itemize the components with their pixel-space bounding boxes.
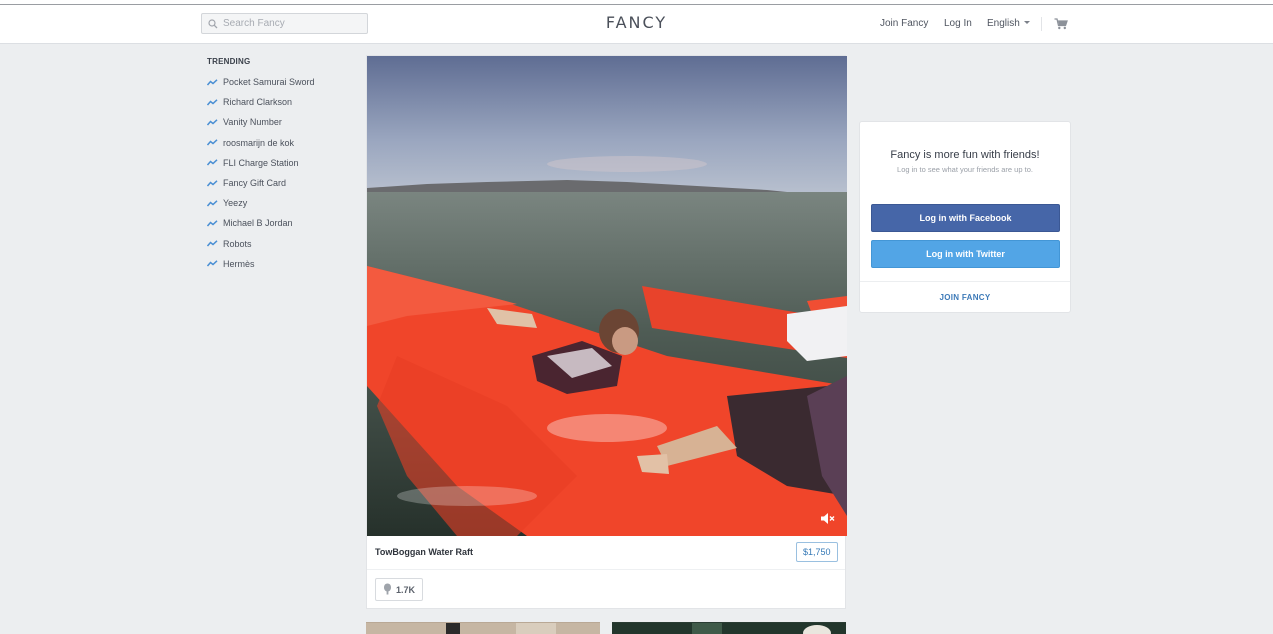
price-button[interactable]: $1,750 xyxy=(796,542,838,562)
top-header: FANCY Join Fancy Log In English xyxy=(0,5,1273,44)
fancy-icon xyxy=(383,583,392,597)
trending-icon xyxy=(207,199,218,207)
trending-icon xyxy=(207,220,218,227)
next-item-thumbnail[interactable] xyxy=(366,622,600,634)
trending-item-label: Hermès xyxy=(223,258,255,269)
mute-icon[interactable] xyxy=(820,512,836,525)
trending-icon xyxy=(207,179,218,187)
trending-item[interactable]: Yeezy xyxy=(207,193,315,213)
trending-item[interactable]: Michael B Jordan xyxy=(207,213,315,233)
video-frame xyxy=(367,56,847,536)
log-in-link[interactable]: Log In xyxy=(944,18,972,29)
trending-item-label: Michael B Jordan xyxy=(223,218,293,229)
trending-icon xyxy=(207,99,218,106)
fancy-logo[interactable]: FANCY xyxy=(0,13,1273,32)
trending-item-label: Pocket Samurai Sword xyxy=(223,77,315,88)
trending-item-label: Richard Clarkson xyxy=(223,97,293,108)
join-fancy-link[interactable]: Join Fancy xyxy=(880,18,928,29)
trending-item[interactable]: Richard Clarkson xyxy=(207,92,315,112)
trending-item[interactable]: Hermès xyxy=(207,254,315,274)
signup-divider xyxy=(860,281,1070,282)
trending-item[interactable]: FLI Charge Station xyxy=(207,153,315,173)
fancy-button[interactable]: 1.7K xyxy=(375,578,424,601)
nav-divider xyxy=(1041,17,1042,31)
trending-item[interactable]: Fancy Gift Card xyxy=(207,173,315,193)
trending-item-label: Vanity Number xyxy=(223,117,282,128)
trending-icon xyxy=(207,139,218,146)
trending-item[interactable]: Robots xyxy=(207,234,315,254)
language-selector[interactable]: English xyxy=(987,18,1030,29)
trending-icon xyxy=(207,119,218,126)
trending-icon xyxy=(207,78,218,86)
product-card: TowBoggan Water Raft $1,750 1.7K xyxy=(366,55,847,609)
product-video[interactable] xyxy=(367,56,847,536)
chevron-down-icon xyxy=(1023,21,1030,24)
trending-title: TRENDING xyxy=(207,57,251,66)
language-label: English xyxy=(987,18,1020,29)
trending-item[interactable]: Vanity Number xyxy=(207,112,315,132)
trending-list: TRENDING Pocket Samurai Sword Richard Cla… xyxy=(207,57,315,274)
product-title[interactable]: TowBoggan Water Raft xyxy=(375,547,473,557)
signup-title: Fancy is more fun with friends! xyxy=(890,149,1040,161)
trending-icon xyxy=(207,260,218,267)
trending-item-label: FLI Charge Station xyxy=(223,157,299,168)
twitter-login-button[interactable]: Log in with Twitter xyxy=(871,240,1060,268)
trending-item-label: Robots xyxy=(223,238,252,249)
trending-item[interactable]: Pocket Samurai Sword xyxy=(207,72,315,92)
trending-item[interactable]: roosmarijn de kok xyxy=(207,133,315,153)
join-fancy-button[interactable]: JOIN FANCY xyxy=(860,293,1070,302)
trending-icon xyxy=(207,159,218,166)
card-divider xyxy=(367,569,845,570)
next-item-thumbnail[interactable] xyxy=(612,622,846,634)
signup-panel: Fancy is more fun with friends! Log in t… xyxy=(859,121,1071,313)
fancy-count: 1.7K xyxy=(396,584,416,595)
facebook-login-button[interactable]: Log in with Facebook xyxy=(871,204,1060,232)
trending-item-label: Fancy Gift Card xyxy=(223,178,287,189)
trending-item-label: Yeezy xyxy=(223,198,248,209)
signup-subtitle: Log in to see what your friends are up t… xyxy=(897,165,1033,174)
trending-icon xyxy=(207,240,218,247)
trending-item-label: roosmarijn de kok xyxy=(223,137,295,148)
cart-icon[interactable] xyxy=(1054,17,1068,30)
